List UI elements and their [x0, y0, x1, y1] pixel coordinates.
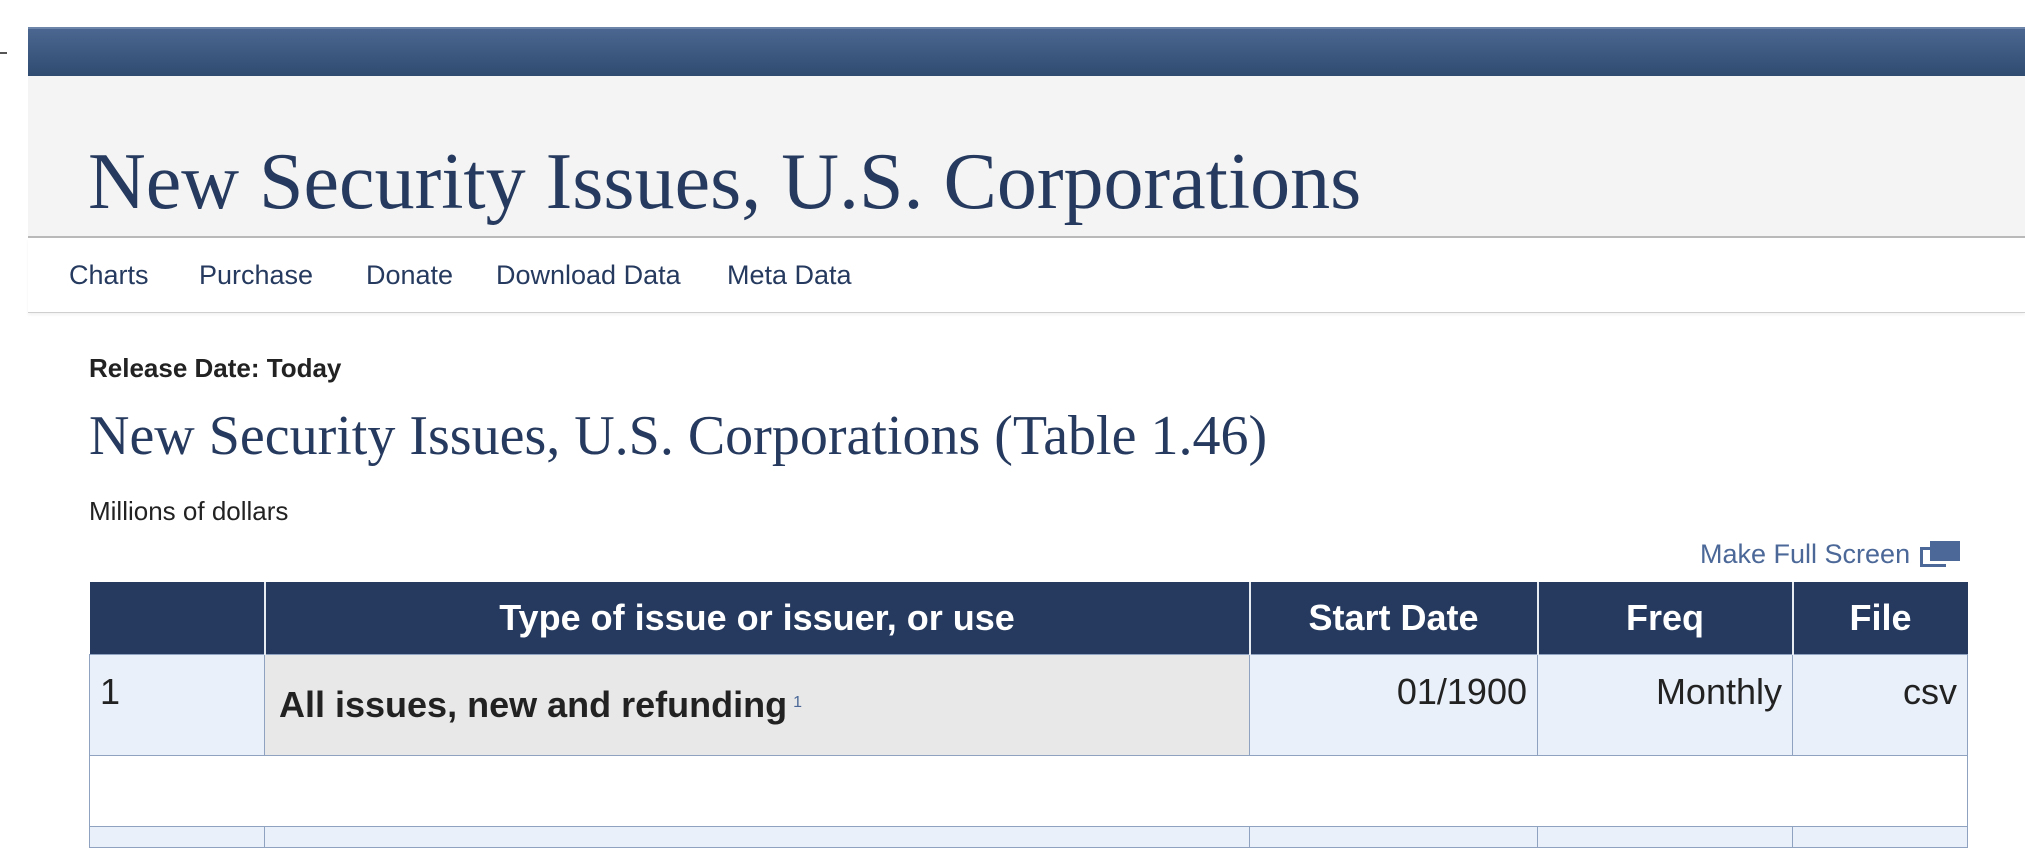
column-header-freq[interactable]: Freq — [1537, 582, 1794, 655]
nav-item-donate[interactable]: Donate — [366, 260, 453, 291]
release-date: Release Date: Today — [89, 353, 342, 383]
nav-item-download-data[interactable]: Download Data — [496, 260, 681, 291]
row-start-date: 01/1900 — [1249, 654, 1538, 756]
row-file-csv-link[interactable]: csv — [1792, 654, 1968, 756]
partial-cell — [1249, 826, 1538, 848]
column-header-number — [89, 582, 266, 655]
page-title: New Security Issues, U.S. Corporations — [88, 138, 1362, 226]
column-header-type[interactable]: Type of issue or issuer, or use — [264, 582, 1251, 655]
partial-cell — [1537, 826, 1793, 848]
row-freq: Monthly — [1537, 654, 1793, 756]
table-row-partial — [89, 826, 1968, 848]
spacer-cell — [89, 755, 1968, 827]
title-band: New Security Issues, U.S. Corporations — [28, 76, 2025, 238]
nav-item-charts[interactable]: Charts — [69, 260, 149, 291]
main-content: Release Date: Today New Security Issues,… — [28, 312, 2025, 848]
edge-dash — [0, 52, 7, 54]
data-table: Type of issue or issuer, or use Start Da… — [89, 582, 1968, 848]
table-row: 1 All issues, new and refunding 1 01/1900… — [89, 654, 1968, 756]
row-description-cell: All issues, new and refunding 1 — [264, 654, 1250, 756]
fullscreen-icon — [1920, 540, 1961, 569]
row-number: 1 — [89, 654, 265, 756]
nav-bar: Charts Purchase Donate Download Data Met… — [28, 238, 2025, 313]
partial-cell — [1792, 826, 1968, 848]
footnote-link[interactable]: 1 — [793, 694, 802, 711]
page: New Security Issues, U.S. Corporations C… — [28, 27, 2025, 848]
top-banner — [28, 27, 2025, 76]
column-header-file[interactable]: File — [1792, 582, 1968, 655]
nav-item-meta-data[interactable]: Meta Data — [727, 260, 852, 291]
table-title: New Security Issues, U.S. Corporations (… — [89, 405, 1268, 467]
partial-cell — [264, 826, 1250, 848]
make-full-screen-link[interactable]: Make Full Screen — [1700, 539, 1961, 570]
units-label: Millions of dollars — [89, 496, 289, 526]
row-description: All issues, new and refunding — [279, 684, 788, 725]
table-header-row: Type of issue or issuer, or use Start Da… — [89, 582, 1968, 655]
table-spacer-row — [89, 755, 1968, 827]
partial-cell — [89, 826, 265, 848]
nav-item-purchase[interactable]: Purchase — [199, 260, 313, 291]
make-full-screen-label: Make Full Screen — [1700, 539, 1911, 569]
column-header-start-date[interactable]: Start Date — [1249, 582, 1539, 655]
